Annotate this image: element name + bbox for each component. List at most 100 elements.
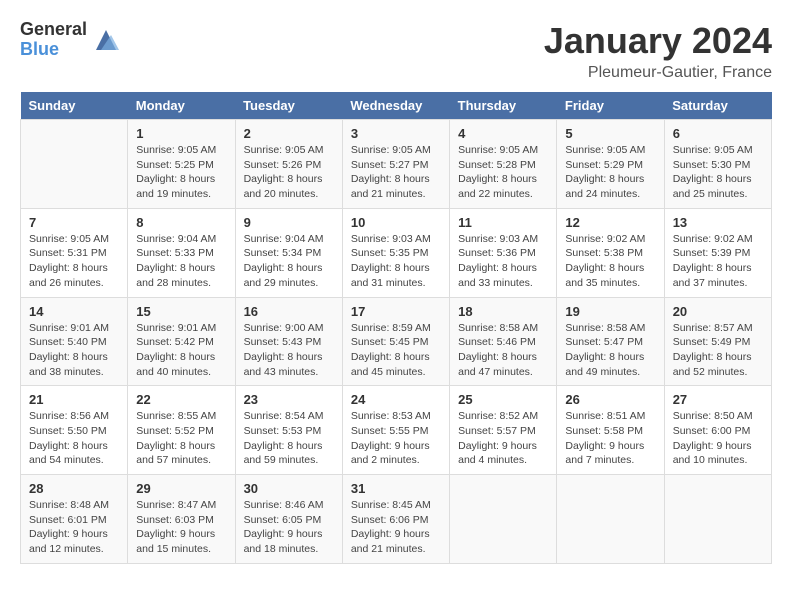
calendar-cell: 20 Sunrise: 8:57 AM Sunset: 5:49 PM Dayli…	[664, 297, 771, 386]
day-number: 14	[29, 304, 119, 319]
calendar-cell	[664, 475, 771, 564]
calendar-cell: 4Sunrise: 9:05 AM Sunset: 5:28 PM Daylig…	[450, 120, 557, 209]
day-number: 8	[136, 215, 226, 230]
day-info: Sunrise: 8:58 AM Sunset: 5:46 PM Dayligh…	[458, 321, 548, 380]
day-number: 26	[565, 392, 655, 407]
calendar-cell: 1 Sunrise: 9:05 AM Sunset: 5:25 PM Daylig…	[128, 120, 235, 209]
day-info: Sunrise: 9:03 AM Sunset: 5:36 PM Dayligh…	[458, 232, 548, 291]
day-info: Sunrise: 9:05 AM Sunset: 5:25 PM Dayligh…	[136, 143, 226, 202]
day-number: 5	[565, 126, 655, 141]
day-number: 7	[29, 215, 119, 230]
day-info: Sunrise: 9:02 AM Sunset: 5:38 PM Dayligh…	[565, 232, 655, 291]
day-info: Sunrise: 8:45 AM Sunset: 6:06 PM Dayligh…	[351, 498, 441, 557]
calendar-cell: 22 Sunrise: 8:55 AM Sunset: 5:52 PM Dayli…	[128, 386, 235, 475]
day-info: Sunrise: 9:05 AM Sunset: 5:30 PM Dayligh…	[673, 143, 763, 202]
calendar-cell: 31Sunrise: 8:45 AM Sunset: 6:06 PM Dayli…	[342, 475, 449, 564]
day-number: 4	[458, 126, 548, 141]
day-number: 21	[29, 392, 119, 407]
day-info: Sunrise: 8:46 AM Sunset: 6:05 PM Dayligh…	[244, 498, 334, 557]
calendar-cell: 27Sunrise: 8:50 AM Sunset: 6:00 PM Dayli…	[664, 386, 771, 475]
calendar-cell: 7Sunrise: 9:05 AM Sunset: 5:31 PM Daylig…	[21, 208, 128, 297]
day-number: 1	[136, 126, 226, 141]
weekday-header-thursday: Thursday	[450, 92, 557, 120]
calendar-cell: 24 Sunrise: 8:53 AM Sunset: 5:55 PM Dayli…	[342, 386, 449, 475]
day-number: 20	[673, 304, 763, 319]
month-title: January 2024	[544, 20, 772, 62]
weekday-header-friday: Friday	[557, 92, 664, 120]
day-info: Sunrise: 8:51 AM Sunset: 5:58 PM Dayligh…	[565, 409, 655, 468]
calendar-week-row: 7Sunrise: 9:05 AM Sunset: 5:31 PM Daylig…	[21, 208, 772, 297]
day-info: Sunrise: 9:00 AM Sunset: 5:43 PM Dayligh…	[244, 321, 334, 380]
calendar-cell: 12 Sunrise: 9:02 AM Sunset: 5:38 PM Dayli…	[557, 208, 664, 297]
calendar-cell: 2Sunrise: 9:05 AM Sunset: 5:26 PM Daylig…	[235, 120, 342, 209]
day-number: 16	[244, 304, 334, 319]
day-info: Sunrise: 8:47 AM Sunset: 6:03 PM Dayligh…	[136, 498, 226, 557]
calendar-cell: 13Sunrise: 9:02 AM Sunset: 5:39 PM Dayli…	[664, 208, 771, 297]
day-info: Sunrise: 9:01 AM Sunset: 5:42 PM Dayligh…	[136, 321, 226, 380]
title-block: January 2024 Pleumeur-Gautier, France	[544, 20, 772, 82]
calendar-cell: 6 Sunrise: 9:05 AM Sunset: 5:30 PM Daylig…	[664, 120, 771, 209]
day-info: Sunrise: 8:57 AM Sunset: 5:49 PM Dayligh…	[673, 321, 763, 380]
weekday-header-sunday: Sunday	[21, 92, 128, 120]
day-number: 12	[565, 215, 655, 230]
day-info: Sunrise: 8:55 AM Sunset: 5:52 PM Dayligh…	[136, 409, 226, 468]
calendar-week-row: 28Sunrise: 8:48 AM Sunset: 6:01 PM Dayli…	[21, 475, 772, 564]
calendar-week-row: 1 Sunrise: 9:05 AM Sunset: 5:25 PM Daylig…	[21, 120, 772, 209]
weekday-header-row: SundayMondayTuesdayWednesdayThursdayFrid…	[21, 92, 772, 120]
calendar-cell: 10 Sunrise: 9:03 AM Sunset: 5:35 PM Dayli…	[342, 208, 449, 297]
calendar-cell: 5 Sunrise: 9:05 AM Sunset: 5:29 PM Daylig…	[557, 120, 664, 209]
day-number: 18	[458, 304, 548, 319]
weekday-header-monday: Monday	[128, 92, 235, 120]
calendar-cell: 8 Sunrise: 9:04 AM Sunset: 5:33 PM Daylig…	[128, 208, 235, 297]
day-number: 22	[136, 392, 226, 407]
logo-general-text: General	[20, 20, 87, 40]
day-info: Sunrise: 9:04 AM Sunset: 5:33 PM Dayligh…	[136, 232, 226, 291]
day-info: Sunrise: 9:04 AM Sunset: 5:34 PM Dayligh…	[244, 232, 334, 291]
day-number: 25	[458, 392, 548, 407]
calendar-cell: 25 Sunrise: 8:52 AM Sunset: 5:57 PM Dayli…	[450, 386, 557, 475]
day-info: Sunrise: 8:54 AM Sunset: 5:53 PM Dayligh…	[244, 409, 334, 468]
calendar-cell: 21 Sunrise: 8:56 AM Sunset: 5:50 PM Dayli…	[21, 386, 128, 475]
day-info: Sunrise: 9:02 AM Sunset: 5:39 PM Dayligh…	[673, 232, 763, 291]
page-header: General Blue January 2024 Pleumeur-Gauti…	[20, 20, 772, 82]
calendar-cell	[557, 475, 664, 564]
day-number: 15	[136, 304, 226, 319]
day-info: Sunrise: 9:05 AM Sunset: 5:29 PM Dayligh…	[565, 143, 655, 202]
day-info: Sunrise: 8:53 AM Sunset: 5:55 PM Dayligh…	[351, 409, 441, 468]
day-info: Sunrise: 8:56 AM Sunset: 5:50 PM Dayligh…	[29, 409, 119, 468]
day-number: 10	[351, 215, 441, 230]
calendar-cell	[450, 475, 557, 564]
logo: General Blue	[20, 20, 121, 60]
calendar-cell: 17 Sunrise: 8:59 AM Sunset: 5:45 PM Dayli…	[342, 297, 449, 386]
logo-blue-text: Blue	[20, 40, 87, 60]
day-info: Sunrise: 8:52 AM Sunset: 5:57 PM Dayligh…	[458, 409, 548, 468]
day-number: 6	[673, 126, 763, 141]
day-number: 24	[351, 392, 441, 407]
calendar-week-row: 14 Sunrise: 9:01 AM Sunset: 5:40 PM Dayli…	[21, 297, 772, 386]
day-number: 9	[244, 215, 334, 230]
weekday-header-tuesday: Tuesday	[235, 92, 342, 120]
day-number: 23	[244, 392, 334, 407]
calendar-cell: 18 Sunrise: 8:58 AM Sunset: 5:46 PM Dayli…	[450, 297, 557, 386]
day-number: 28	[29, 481, 119, 496]
day-info: Sunrise: 9:05 AM Sunset: 5:27 PM Dayligh…	[351, 143, 441, 202]
calendar-week-row: 21 Sunrise: 8:56 AM Sunset: 5:50 PM Dayli…	[21, 386, 772, 475]
day-number: 3	[351, 126, 441, 141]
day-info: Sunrise: 8:59 AM Sunset: 5:45 PM Dayligh…	[351, 321, 441, 380]
weekday-header-wednesday: Wednesday	[342, 92, 449, 120]
day-info: Sunrise: 9:01 AM Sunset: 5:40 PM Dayligh…	[29, 321, 119, 380]
calendar-cell: 16 Sunrise: 9:00 AM Sunset: 5:43 PM Dayli…	[235, 297, 342, 386]
calendar-cell: 9 Sunrise: 9:04 AM Sunset: 5:34 PM Daylig…	[235, 208, 342, 297]
day-number: 2	[244, 126, 334, 141]
calendar-table: SundayMondayTuesdayWednesdayThursdayFrid…	[20, 92, 772, 564]
day-info: Sunrise: 8:58 AM Sunset: 5:47 PM Dayligh…	[565, 321, 655, 380]
day-number: 19	[565, 304, 655, 319]
day-number: 30	[244, 481, 334, 496]
day-info: Sunrise: 9:03 AM Sunset: 5:35 PM Dayligh…	[351, 232, 441, 291]
day-number: 17	[351, 304, 441, 319]
calendar-cell: 26 Sunrise: 8:51 AM Sunset: 5:58 PM Dayli…	[557, 386, 664, 475]
location: Pleumeur-Gautier, France	[544, 64, 772, 82]
calendar-cell: 3 Sunrise: 9:05 AM Sunset: 5:27 PM Daylig…	[342, 120, 449, 209]
logo-icon	[91, 25, 121, 55]
day-info: Sunrise: 8:50 AM Sunset: 6:00 PM Dayligh…	[673, 409, 763, 468]
